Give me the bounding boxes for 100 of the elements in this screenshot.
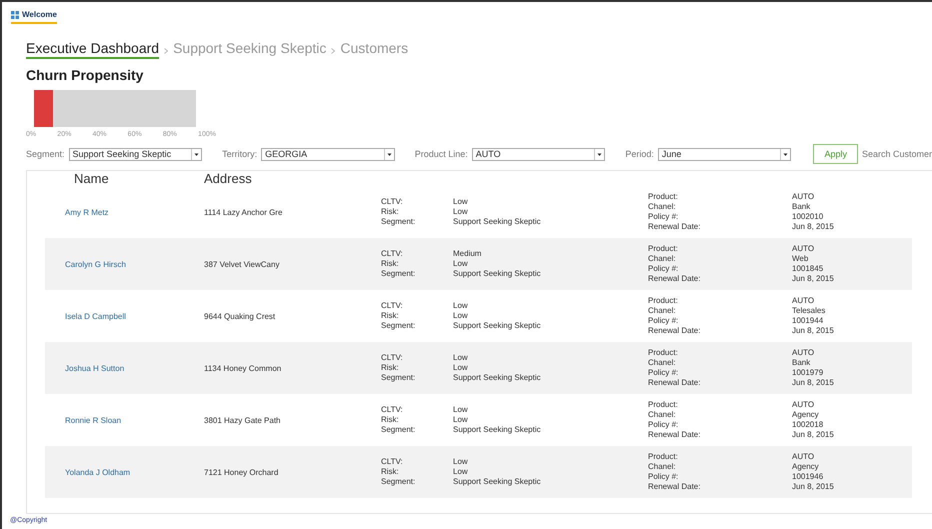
field-label: Risk: <box>381 415 400 425</box>
dropdown-arrow-icon <box>594 148 604 160</box>
address-text: 3801 Hazy Gate Path <box>204 416 282 424</box>
field-label: Segment: <box>381 425 416 435</box>
field-label: Segment: <box>381 321 416 331</box>
field-label: Risk: <box>381 207 400 217</box>
breadcrumb-item[interactable]: Executive Dashboard <box>26 40 160 59</box>
field-label: Segment: <box>381 217 416 227</box>
field-value: Low <box>453 311 469 321</box>
field-value: 1002010 <box>792 212 824 222</box>
field-label: Product: <box>648 192 679 202</box>
field-label: Chanel: <box>648 410 677 420</box>
field-label: Risk: <box>381 311 400 321</box>
column-header: Address <box>204 171 253 186</box>
field-label: Renewal Date: <box>648 326 702 336</box>
filter-label: Period: <box>625 149 654 159</box>
field-value: Jun 8, 2015 <box>792 378 835 388</box>
filter-label: Segment: <box>26 149 65 159</box>
field-label: CLTV: <box>381 353 404 363</box>
field-value: Support Seeking Skeptic <box>453 425 542 435</box>
field-label: Segment: <box>381 269 416 279</box>
field-value: AUTO <box>792 348 816 358</box>
field-value: Telesales <box>792 306 826 316</box>
field-value: Web <box>792 254 810 264</box>
customer-name-link[interactable]: Isela D Campbell <box>45 312 204 320</box>
dropdown-arrow-icon <box>384 148 394 160</box>
field-value: Low <box>453 353 469 363</box>
field-value: AUTO <box>792 400 816 410</box>
field-value: Support Seeking Skeptic <box>453 321 542 331</box>
field-label: Risk: <box>381 467 400 477</box>
field-label: Product: <box>648 400 679 410</box>
filter-select[interactable]: AUTO <box>472 148 606 160</box>
field-value: Support Seeking Skeptic <box>453 269 542 279</box>
field-value: 1001845 <box>792 264 824 274</box>
filter-select[interactable]: June <box>658 148 792 160</box>
field-label: CLTV: <box>381 197 404 207</box>
chevron-right-icon <box>164 48 168 54</box>
breadcrumb-item[interactable]: Support Seeking Skeptic <box>173 40 326 59</box>
filter-select[interactable]: Support Seeking Skeptic <box>68 148 202 160</box>
field-label: CLTV: <box>381 457 404 467</box>
customer-name-link[interactable]: Amy R Metz <box>45 208 204 216</box>
field-label: Renewal Date: <box>648 274 702 284</box>
field-value: Low <box>453 363 469 373</box>
grid-icon <box>11 10 19 18</box>
field-label: Renewal Date: <box>648 378 702 388</box>
dropdown-arrow-icon <box>780 148 790 160</box>
field-value: Jun 8, 2015 <box>792 430 835 440</box>
customer-name-link[interactable]: Yolanda J Oldham <box>45 468 204 476</box>
field-value: AUTO <box>792 452 816 462</box>
filter-label: Territory: <box>222 149 258 159</box>
filter-label: Product Line: <box>414 149 468 159</box>
field-label: Renewal Date: <box>648 482 702 492</box>
field-value: AUTO <box>792 296 816 306</box>
apply-button[interactable]: Apply <box>813 144 858 164</box>
field-label: Segment: <box>381 477 416 487</box>
field-value: Support Seeking Skeptic <box>453 217 542 227</box>
field-label: Policy #: <box>648 316 680 326</box>
customer-name-link[interactable]: Joshua H Sutton <box>45 364 204 372</box>
field-value: Bank <box>792 202 812 212</box>
field-label: Chanel: <box>648 358 677 368</box>
field-value: Jun 8, 2015 <box>792 274 835 284</box>
field-label: Product: <box>648 348 679 358</box>
field-label: Chanel: <box>648 254 677 264</box>
field-label: Product: <box>648 452 679 462</box>
field-label: Renewal Date: <box>648 430 702 440</box>
address-text: 7121 Honey Orchard <box>204 468 280 476</box>
field-value: Support Seeking Skeptic <box>453 373 542 383</box>
filter-select[interactable]: GEORGIA <box>261 148 395 160</box>
field-label: Policy #: <box>648 368 680 378</box>
column-header: Name <box>73 171 110 186</box>
chevron-right-icon <box>331 48 336 54</box>
field-label: Segment: <box>381 373 416 383</box>
customer-name-link[interactable]: Ronnie R Sloan <box>45 416 204 424</box>
field-value: Support Seeking Skeptic <box>453 477 542 487</box>
dropdown-arrow-icon <box>191 148 202 160</box>
search-customer-link[interactable]: Search Customer <box>862 149 932 159</box>
address-text: 9644 Quaking Crest <box>204 312 276 320</box>
field-label: Product: <box>648 244 679 254</box>
welcome-tab[interactable]: Welcome <box>11 10 57 24</box>
field-value: 1001944 <box>792 316 824 326</box>
field-value: Low <box>453 405 469 415</box>
field-label: Policy #: <box>648 264 680 274</box>
field-label: CLTV: <box>381 405 404 415</box>
field-value: Low <box>453 301 469 311</box>
field-label: Policy #: <box>648 472 680 482</box>
customer-name-link[interactable]: Carolyn G Hirsch <box>45 260 204 268</box>
field-value: 1001946 <box>792 472 824 482</box>
field-value: Jun 8, 2015 <box>792 326 835 336</box>
field-label: Renewal Date: <box>648 222 702 232</box>
field-label: Chanel: <box>648 202 677 212</box>
address-text: 1134 Honey Common <box>204 364 282 372</box>
breadcrumb-item[interactable]: Customers <box>340 40 408 59</box>
field-label: Policy #: <box>648 420 680 430</box>
field-value: Bank <box>792 358 812 368</box>
field-value: 1001979 <box>792 368 824 378</box>
field-value: Low <box>453 207 469 217</box>
field-value: Low <box>453 467 469 477</box>
field-value: Agency <box>792 462 820 472</box>
field-value: Low <box>453 415 469 425</box>
field-value: Medium <box>453 249 482 259</box>
